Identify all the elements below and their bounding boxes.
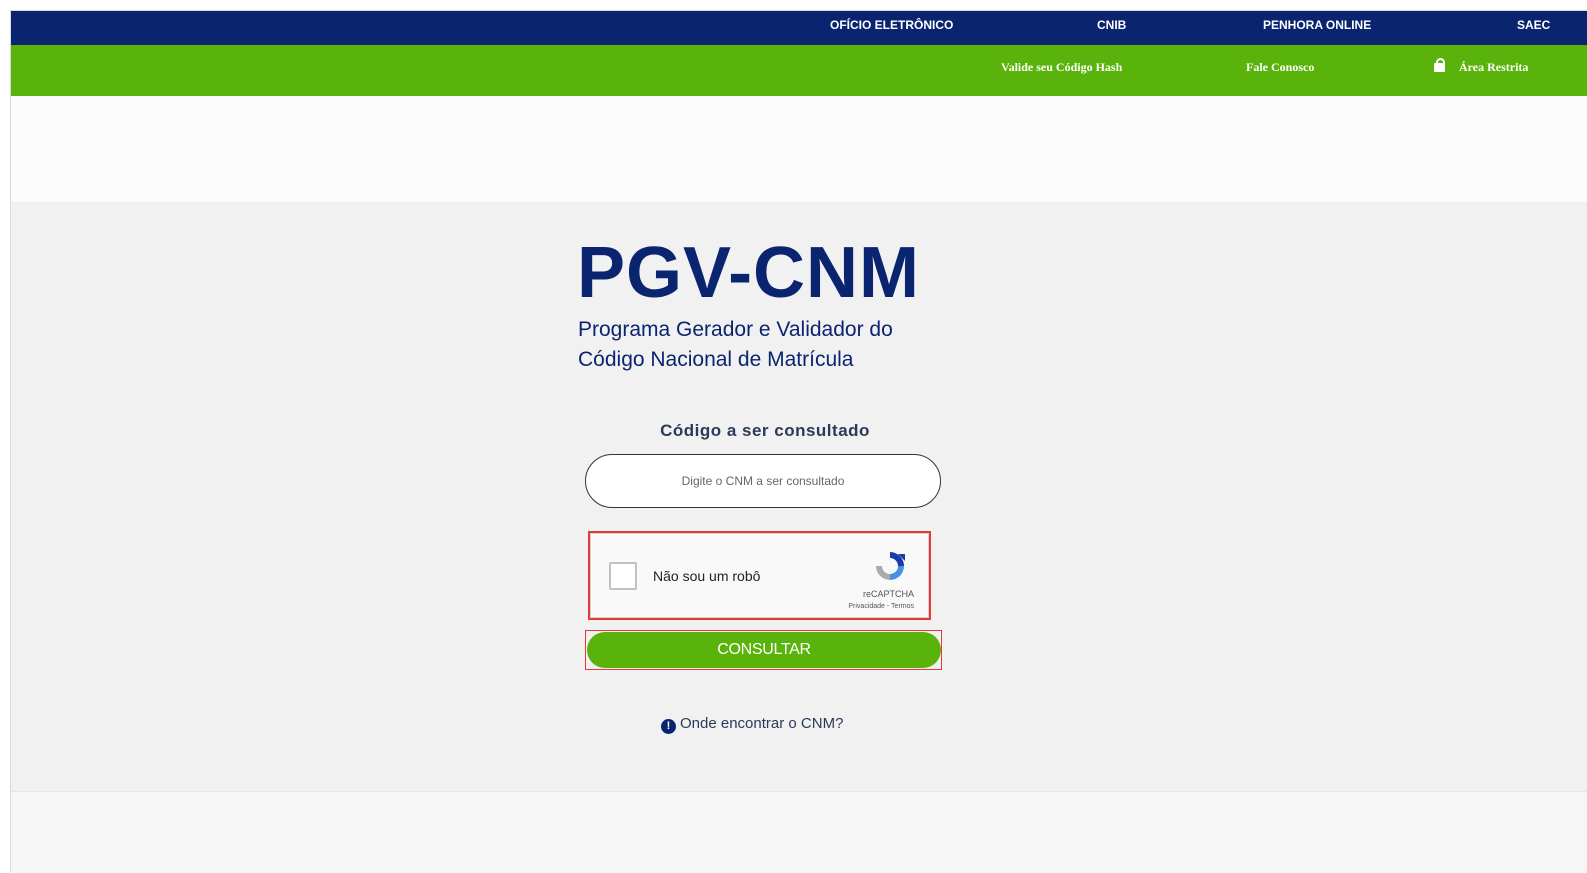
nav-saec[interactable]: SAEC [1517,11,1550,45]
recaptcha-brand: reCAPTCHA [862,589,914,599]
nav-penhora-online[interactable]: PENHORA ONLINE [1263,11,1371,45]
recaptcha-widget: Não sou um robô reCAPTCHA Privacidade - … [590,533,929,618]
recaptcha-icon [876,552,905,580]
footer-area [11,791,1587,873]
top-navigation: OFÍCIO ELETRÔNICO CNIB PENHORA ONLINE SA… [11,11,1587,45]
lock-icon [1434,58,1445,72]
nav-oficio-eletronico[interactable]: OFÍCIO ELETRÔNICO [830,11,953,45]
browser-viewport: OFÍCIO ELETRÔNICO CNIB PENHORA ONLINE SA… [10,10,1587,873]
info-icon: ! [661,719,676,734]
cnm-field-label: Código a ser consultado [660,421,870,440]
logo-subtitle-line2: Código Nacional de Matrícula [578,348,854,371]
secondary-navigation: Valide seu Código Hash Fale Conosco Área… [11,45,1587,96]
header-spacer [11,96,1587,203]
recaptcha-label: Não sou um robô [653,568,761,584]
help-link[interactable]: ! Onde encontrar o CNM? [661,715,843,734]
help-link-label: Onde encontrar o CNM? [680,715,844,732]
consultar-button[interactable]: CONSULTAR [587,632,941,668]
logo-title: PGV-CNM [577,233,921,313]
recaptcha-links[interactable]: Privacidade - Termos [848,603,914,610]
logo-subtitle: Programa Gerador e Validador do Código N… [578,315,978,375]
recaptcha-checkbox[interactable] [609,562,637,590]
nav-valide-codigo-hash[interactable]: Valide seu Código Hash [1001,45,1122,89]
logo-subtitle-line1: Programa Gerador e Validador do [578,318,893,341]
nav-area-restrita-label: Área Restrita [1459,60,1529,74]
nav-cnib[interactable]: CNIB [1097,11,1126,45]
nav-area-restrita[interactable]: Área Restrita [1434,45,1528,89]
nav-fale-conosco[interactable]: Fale Conosco [1246,45,1314,89]
cnm-input[interactable] [585,454,941,508]
